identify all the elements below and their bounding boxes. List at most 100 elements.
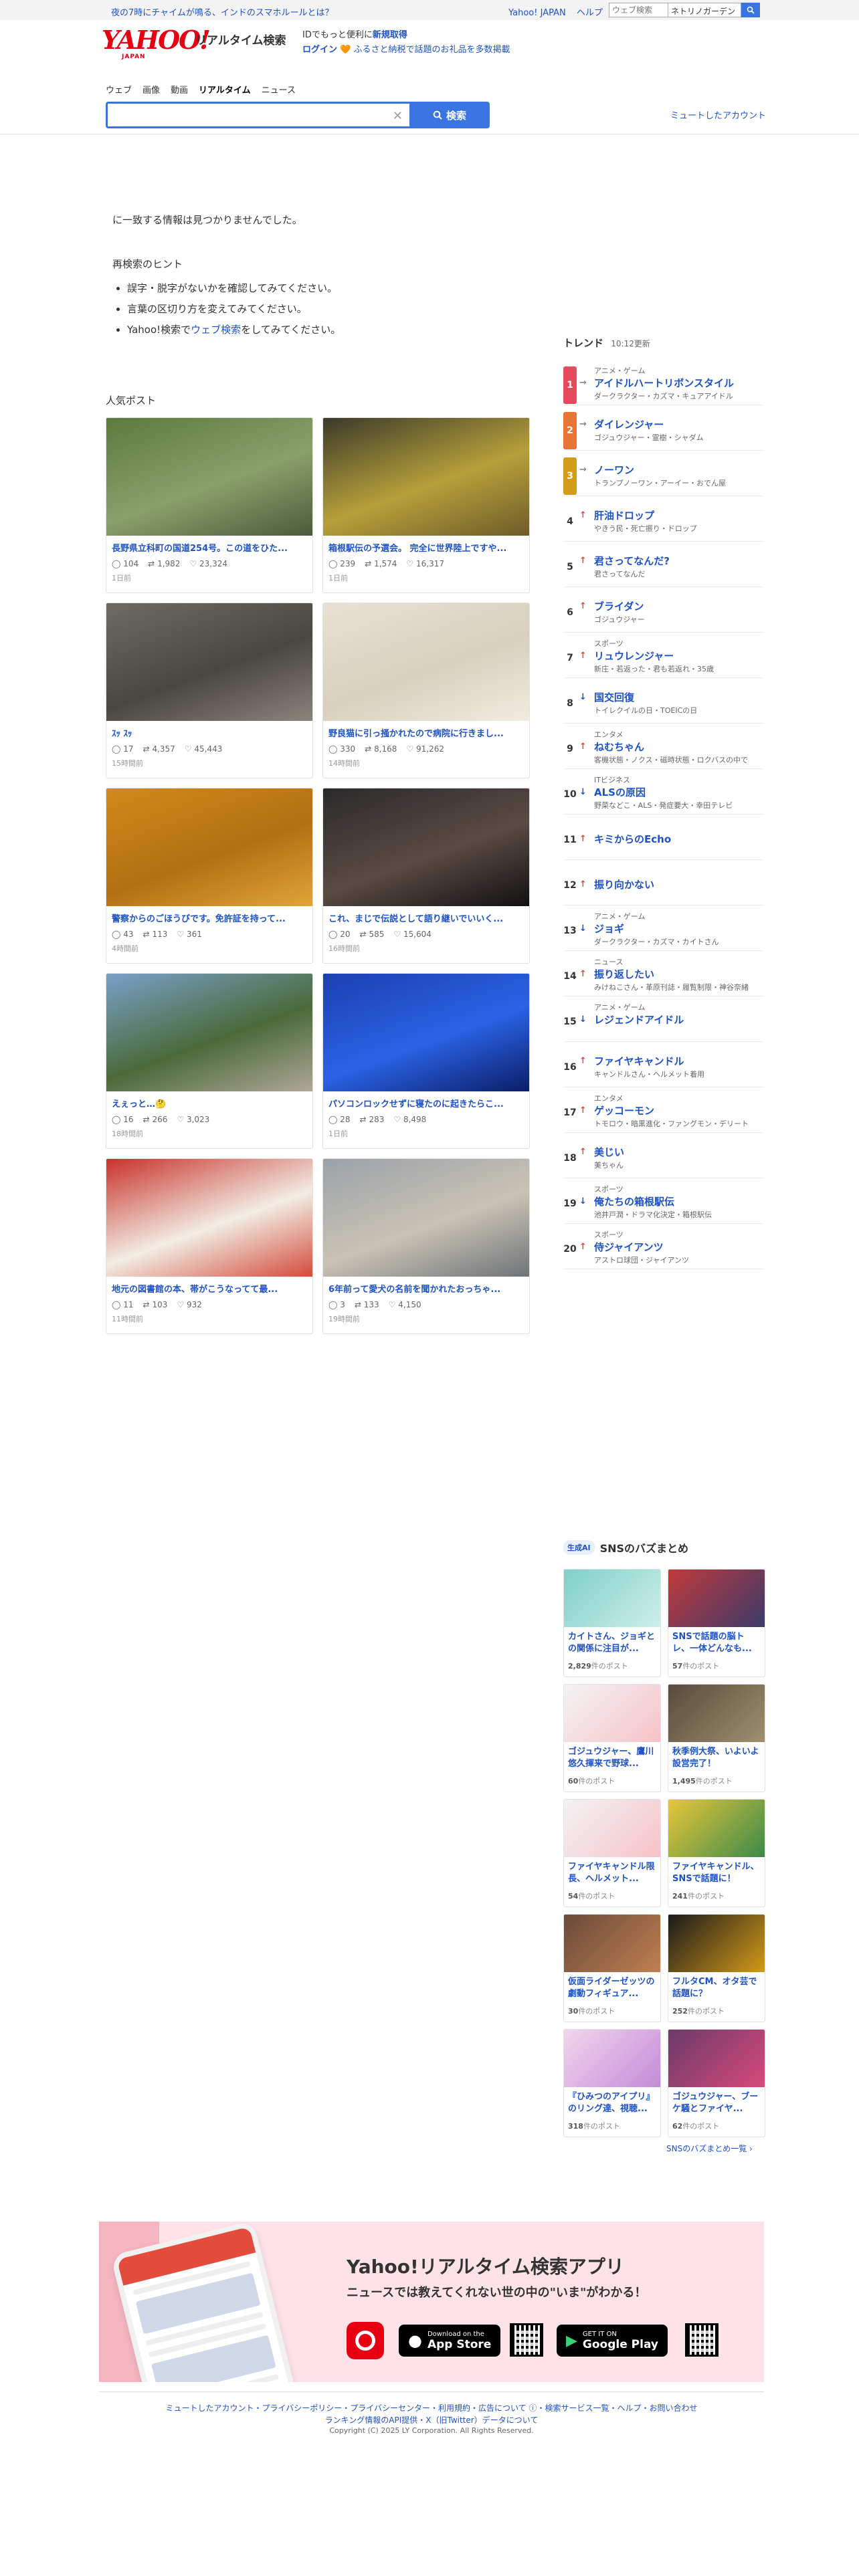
post-title[interactable]: パソコンロックせずに寝たのに起きたらこ... (323, 1091, 529, 1109)
tab-realtime[interactable]: リアルタイム (199, 83, 251, 96)
buzz-card[interactable]: SNSで話題の脳トレ、一体どんなも... 57件のポスト (668, 1569, 765, 1677)
like-count[interactable]: ♡ 932 (177, 1300, 202, 1309)
post-card[interactable]: 野良猫に引っ掻かれたので病院に行きまし... ◯ 330 ⇄ 8,168 ♡ 91,2… (322, 603, 530, 778)
trend-keyword[interactable]: ゲッコーモン (594, 1103, 654, 1117)
post-card[interactable]: 地元の図書館の本、帯がこうなってて最... ◯ 11 ⇄ 103 ♡ 932 11時間前 (106, 1158, 313, 1334)
trend-keyword[interactable]: 君さってなんだ? (594, 554, 670, 568)
trend-keyword[interactable]: レジェンドアイドル (594, 1012, 684, 1027)
reply-count[interactable]: ◯ 239 (328, 559, 355, 568)
like-count[interactable]: ♡ 16,317 (406, 559, 444, 568)
buzz-card[interactable]: 『ひみつのアイプリ』のリング達、視聴... 318件のポスト (563, 2029, 661, 2137)
repost-count[interactable]: ⇄ 1,982 (148, 559, 180, 568)
tab-image[interactable]: 画像 (142, 83, 160, 96)
search-button[interactable]: 検索 (409, 102, 490, 128)
trend-keyword[interactable]: ALSの原因 (594, 785, 646, 799)
buzz-card[interactable]: ゴジュウジャー、ブーケ騒とファイヤ... 62件のポスト (668, 2029, 765, 2137)
post-title[interactable]: 6年前って愛犬の名前を聞かれたおっちゃ... (323, 1277, 529, 1295)
trend-item[interactable]: 18 ↑ 美じい 美ちゃん (563, 1133, 764, 1178)
buzz-title[interactable]: 秋季例大祭、いよいよ設営完了！ (668, 1742, 765, 1773)
trend-keyword[interactable]: 美じい (594, 1145, 624, 1159)
post-image[interactable] (323, 603, 529, 721)
buzz-image[interactable] (564, 1800, 660, 1857)
google-play-button[interactable]: ▶ GET IT ON Google Play (557, 2325, 668, 2357)
post-title[interactable]: ｽｯ ｽｯ (106, 721, 312, 739)
post-title[interactable]: 野良猫に引っ掻かれたので病院に行きまし... (323, 721, 529, 739)
trend-item[interactable]: 12 ↑ 振り向かない (563, 860, 764, 905)
reply-count[interactable]: ◯ 43 (112, 930, 134, 939)
mini-search-keyword[interactable]: ネトリノガーデン (668, 3, 741, 17)
buzz-image[interactable] (564, 1685, 660, 1742)
buzz-card[interactable]: ファイヤキャンドル、SNSで話題に！ 241件のポスト (668, 1799, 765, 1907)
post-image[interactable] (323, 788, 529, 906)
trend-item[interactable]: 5 ↑ 君さってなんだ? 君さってなんだ (563, 542, 764, 587)
buzz-image[interactable] (668, 1800, 765, 1857)
post-image[interactable] (106, 1159, 312, 1277)
trend-keyword[interactable]: 肝油ドロップ (594, 508, 654, 522)
reply-count[interactable]: ◯ 20 (328, 930, 351, 939)
buzz-title[interactable]: ゴジュウジャー、ブーケ騒とファイヤ... (668, 2087, 765, 2118)
buzz-card[interactable]: フルタCM、オタ芸で話題に？ 252件のポスト (668, 1914, 765, 2022)
post-card[interactable]: これ、まじで伝説として語り継いでいいく... ◯ 20 ⇄ 585 ♡ 15,604 1… (322, 788, 530, 964)
trend-item[interactable]: 16 ↑ ファイヤキャンドル キャンドルさん・ヘルメット着用 (563, 1042, 764, 1087)
post-image[interactable] (106, 603, 312, 721)
trend-item[interactable]: 19 ↓ スポーツ 俺たちの箱根駅伝 池井戸潤・ドラマ化決定・箱根駅伝 (563, 1178, 764, 1224)
post-card[interactable]: パソコンロックせずに寝たのに起きたらこ... ◯ 28 ⇄ 283 ♡ 8,498 1日… (322, 973, 530, 1149)
trend-item[interactable]: 10 ↓ ITビジネス ALSの原因 野菜などこ・ALS・発症要大・幸田テレビ (563, 769, 764, 815)
trend-keyword[interactable]: リュウレンジャー (594, 649, 674, 663)
post-card[interactable]: ｽｯ ｽｯ ◯ 17 ⇄ 4,357 ♡ 45,443 15時間前 (106, 603, 313, 778)
trend-item[interactable]: 1 → アニメ・ゲーム アイドルハートリボンスタイル ダークラクター・カズマ・キュアアイ… (563, 360, 764, 405)
post-title[interactable]: これ、まじで伝説として語り継いでいいく... (323, 906, 529, 924)
trend-keyword[interactable]: アイドルハートリボンスタイル (594, 376, 734, 390)
buzz-title[interactable]: ファイヤキャンドル、SNSで話題に！ (668, 1857, 765, 1888)
trend-item[interactable]: 8 ↓ 国交回復 トイレクイルの日・TOEICの日 (563, 678, 764, 724)
post-title[interactable]: 長野県立科町の国道254号。この道をひた... (106, 536, 312, 554)
buzz-card[interactable]: 仮面ライダーゼッツの劇動フィギュア... 30件のポスト (563, 1914, 661, 2022)
mini-search-button[interactable] (741, 3, 760, 17)
buzz-title[interactable]: フルタCM、オタ芸で話題に？ (668, 1972, 765, 2003)
post-image[interactable] (106, 418, 312, 536)
tab-video[interactable]: 動画 (171, 83, 188, 96)
trend-keyword[interactable]: 侍ジャイアンツ (594, 1240, 664, 1254)
furusato-link[interactable]: ふるさと納税で話題のお礼品を多数掲載 (353, 45, 510, 55)
like-count[interactable]: ♡ 3,023 (177, 1115, 209, 1124)
buzz-more-link[interactable]: SNSのバズまとめ一覧 › (666, 2143, 753, 2154)
post-image[interactable] (106, 788, 312, 906)
post-image[interactable] (106, 974, 312, 1091)
post-card[interactable]: えぇっと…🤔 ◯ 16 ⇄ 266 ♡ 3,023 18時間前 (106, 973, 313, 1149)
post-image[interactable] (323, 418, 529, 536)
app-banner[interactable]: Yahoo!リアルタイム検索アプリ ニュースでは教えてくれない世の中の"いま"が… (99, 2222, 764, 2382)
buzz-image[interactable] (564, 1570, 660, 1627)
trend-keyword[interactable]: ファイヤキャンドル (594, 1054, 684, 1068)
clear-icon[interactable]: ✕ (393, 109, 403, 123)
post-card[interactable]: 警察からのごほうびです。免許証を持って... ◯ 43 ⇄ 113 ♡ 361 4時間前 (106, 788, 313, 964)
buzz-image[interactable] (564, 2030, 660, 2087)
repost-count[interactable]: ⇄ 283 (360, 1115, 385, 1124)
buzz-title[interactable]: 『ひみつのアイプリ』のリング達、視聴... (564, 2087, 660, 2118)
buzz-title[interactable]: ゴジュウジャー、鷹川悠久揮来で野球... (564, 1742, 660, 1773)
buzz-title[interactable]: ファイヤキャンドル限長、ヘルメット... (564, 1857, 660, 1888)
buzz-card[interactable]: ゴジュウジャー、鷹川悠久揮来で野球... 60件のポスト (563, 1684, 661, 1792)
repost-count[interactable]: ⇄ 133 (355, 1300, 379, 1309)
buzz-image[interactable] (564, 1915, 660, 1972)
footer-links-secondary[interactable]: ランキング情報のAPI提供・X（旧Twitter）データについて (99, 2414, 764, 2426)
repost-count[interactable]: ⇄ 266 (143, 1115, 168, 1124)
post-card[interactable]: 長野県立科町の国道254号。この道をひた... ◯ 104 ⇄ 1,982 ♡ 23,… (106, 417, 313, 593)
tab-web[interactable]: ウェブ (106, 83, 132, 96)
post-card[interactable]: 6年前って愛犬の名前を聞かれたおっちゃ... ◯ 3 ⇄ 133 ♡ 4,150 19時… (322, 1158, 530, 1334)
buzz-image[interactable] (668, 2030, 765, 2087)
trend-item[interactable]: 6 ↑ ブライダン ゴジュウジャー (563, 587, 764, 633)
trend-keyword[interactable]: ブライダン (594, 599, 644, 613)
like-count[interactable]: ♡ 4,150 (389, 1300, 421, 1309)
post-image[interactable] (323, 974, 529, 1091)
trend-item[interactable]: 9 ↑ エンタメ ねむちゃん 客機状態・ノクス・磁時状態・ロクバスの中で (563, 724, 764, 769)
trend-item[interactable]: 17 ↑ エンタメ ゲッコーモン トモロウ・暗黒進化・ファングモン・デリート (563, 1087, 764, 1133)
buzz-title[interactable]: SNSで話題の脳トレ、一体どんなも... (668, 1627, 765, 1658)
trend-item[interactable]: 20 ↑ スポーツ 侍ジャイアンツ アストロ球団・ジャイアンツ (563, 1224, 764, 1269)
trend-item[interactable]: 2 → ダイレンジャー ゴジュウジャー・霊樹・シャダム (563, 405, 764, 451)
post-image[interactable] (323, 1159, 529, 1277)
web-search-link[interactable]: ウェブ検索 (191, 324, 241, 336)
reply-count[interactable]: ◯ 28 (328, 1115, 351, 1124)
post-title[interactable]: 地元の図書館の本、帯がこうなってて最... (106, 1277, 312, 1295)
repost-count[interactable]: ⇄ 113 (143, 930, 168, 939)
search-input[interactable]: ✕ (106, 102, 409, 128)
